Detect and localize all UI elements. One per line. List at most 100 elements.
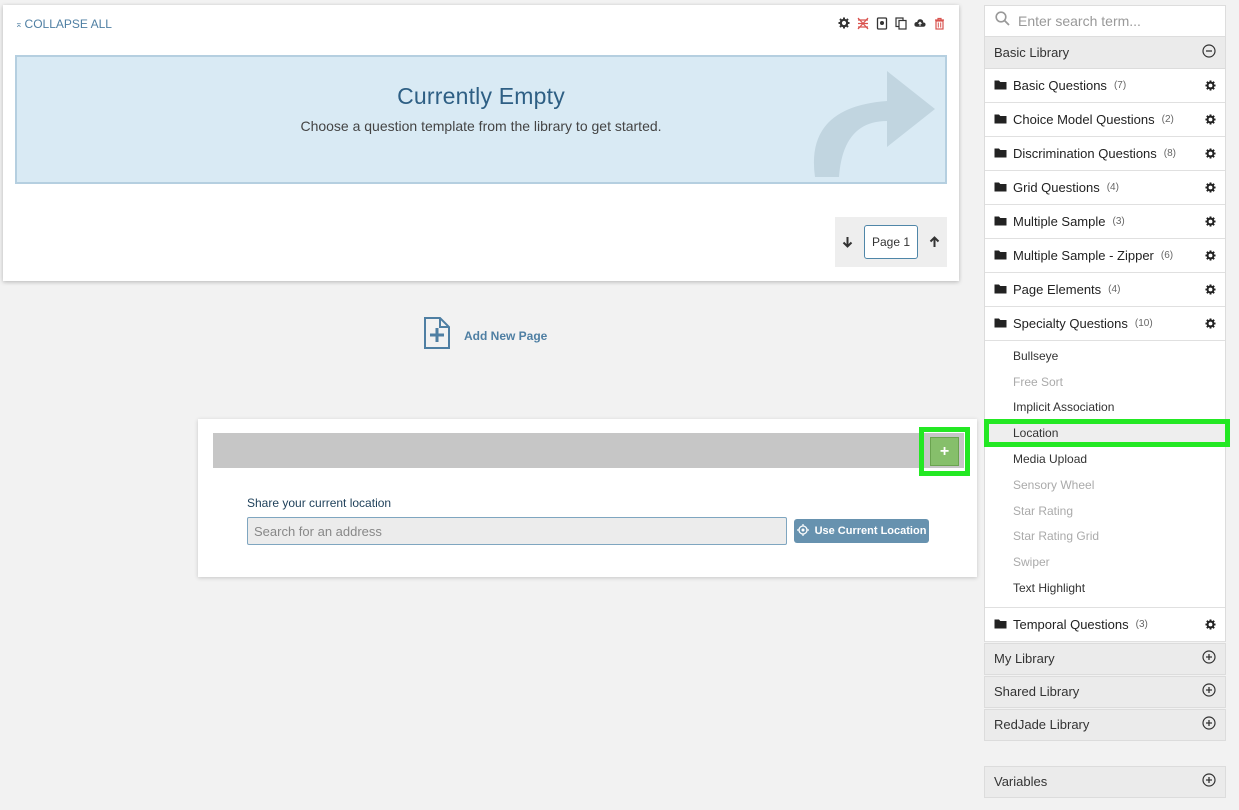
library-search [984,5,1226,37]
template-item-star-rating-grid[interactable]: Star Rating Grid [985,524,1225,550]
folder-gear-icon[interactable] [1205,80,1216,91]
library-folder[interactable]: Page Elements (4) [985,273,1225,307]
no-randomize-icon[interactable] [857,16,869,30]
preview-icon[interactable] [876,16,888,30]
variables-header[interactable]: Variables [984,765,1226,798]
folder-gear-icon[interactable] [1205,148,1216,159]
folder-name: Basic Questions [1013,78,1107,93]
folder-name: Temporal Questions [1013,616,1129,632]
library-title: RedJade Library [994,717,1090,733]
library-folder[interactable]: Choice Model Questions (2) [985,103,1225,137]
move-page-up-icon[interactable] [929,236,940,248]
expand-plus-icon[interactable] [1202,773,1216,790]
folder-icon [994,78,1007,93]
basic-library-header[interactable]: Basic Library [984,37,1226,69]
template-item-media-upload[interactable]: Media Upload [985,446,1225,472]
library-folder[interactable]: Discrimination Questions (8) [985,137,1225,171]
library-header[interactable]: My Library [984,642,1226,675]
folder-icon [994,112,1007,127]
folder-gear-icon[interactable] [1205,318,1216,329]
folder-icon [994,617,1007,632]
question-label: Share your current location [247,496,392,510]
folder-name: Page Elements [1013,282,1102,297]
library-folder[interactable]: Multiple Sample (3) [985,205,1225,239]
template-item-bullseye[interactable]: Bullseye [985,343,1225,369]
folder-gear-icon[interactable] [1205,619,1216,630]
address-search-input[interactable] [247,517,787,545]
specialty-items-list: Bullseye Free Sort Implicit Association Loc… [984,341,1230,608]
variables-title: Variables [994,774,1048,790]
template-item-implicit-association[interactable]: Implicit Association [985,395,1225,421]
basic-library-title: Basic Library [994,45,1070,60]
crosshair-icon [796,523,809,539]
curved-arrow-icon [809,63,939,182]
folder-name: Multiple Sample - Zipper [1013,248,1154,263]
folder-name: Multiple Sample [1013,214,1106,229]
move-page-down-icon[interactable] [842,236,853,248]
trash-icon[interactable] [933,16,945,30]
template-item-location[interactable]: Location [984,419,1230,448]
folder-icon [994,248,1007,263]
folder-count: (4) [1106,182,1119,193]
folder-icon [994,214,1007,229]
empty-subtitle: Choose a question template from the libr… [300,118,662,134]
library-header[interactable]: Shared Library [984,675,1226,708]
library-folder[interactable]: Basic Questions (7) [985,69,1225,103]
copy-icon[interactable] [895,16,907,30]
folder-name: Discrimination Questions [1013,146,1157,161]
collapse-all-label: COLLAPSE ALL [24,17,112,31]
library-folder[interactable]: Multiple Sample - Zipper (6) [985,239,1225,273]
template-item-swiper[interactable]: Swiper [985,549,1225,575]
library-title: My Library [994,651,1055,667]
folder-gear-icon[interactable] [1205,182,1216,193]
library-search-input[interactable] [1018,13,1218,29]
template-item-free-sort[interactable]: Free Sort [985,369,1225,395]
question-header-bar[interactable] [213,433,964,468]
folder-name: Grid Questions [1013,180,1100,195]
library-folder[interactable]: Grid Questions (4) [985,171,1225,205]
use-current-location-label: Use Current Location [814,525,927,537]
folder-icon [994,316,1007,331]
cloud-upload-icon[interactable] [914,16,926,30]
template-item-star-rating[interactable]: Star Rating [985,498,1225,524]
library-folder[interactable]: Temporal Questions (3) [985,608,1225,642]
library-sidebar: Basic Library Basic Questions (7) Choice M… [984,5,1230,798]
folder-icon [994,282,1007,297]
page-navigator: Page 1 [835,217,947,267]
expand-plus-icon[interactable] [1202,683,1216,700]
add-question-button[interactable]: + [930,437,959,466]
folder-name: Choice Model Questions [1013,112,1155,127]
folder-count: (8) [1163,148,1177,159]
library-header[interactable]: RedJade Library [984,708,1226,741]
folder-gear-icon[interactable] [1205,250,1216,261]
page-number-box[interactable]: Page 1 [864,225,918,259]
folder-icon [994,146,1007,161]
library-folder[interactable]: Specialty Questions (10) [985,307,1225,341]
folder-gear-icon[interactable] [1205,284,1216,295]
expand-plus-icon[interactable] [1202,716,1216,733]
search-icon [995,11,1010,31]
add-new-page-button[interactable]: Add New Page [422,316,547,355]
empty-title: Currently Empty [397,83,565,109]
folder-count: (6) [1160,250,1174,261]
folder-count: (2) [1161,114,1174,125]
use-current-location-button[interactable]: Use Current Location [794,519,929,543]
add-question-highlight: + [919,427,970,476]
folder-name: Specialty Questions [1013,316,1128,331]
template-item-text-highlight[interactable]: Text Highlight [985,575,1225,601]
add-new-page-label: Add New Page [464,328,548,343]
collapse-icon: ⌅ [15,18,23,29]
folder-count: (4) [1108,284,1121,295]
folder-count: (3) [1112,216,1125,227]
expand-plus-icon[interactable] [1202,650,1216,667]
collapse-minus-icon[interactable] [1202,44,1216,61]
template-item-sensory-wheel[interactable]: Sensory Wheel [985,472,1225,498]
empty-drop-zone[interactable]: Currently Empty Choose a question templa… [15,55,947,184]
folder-gear-icon[interactable] [1205,216,1216,227]
add-file-icon [422,316,452,355]
folder-count: (7) [1113,80,1127,91]
settings-gear-icon[interactable] [838,16,850,30]
folder-gear-icon[interactable] [1205,114,1216,125]
collapse-all-button[interactable]: ⌅ COLLAPSE ALL [15,17,112,31]
basic-library-body: Basic Questions (7) Choice Model Questions… [984,69,1230,642]
